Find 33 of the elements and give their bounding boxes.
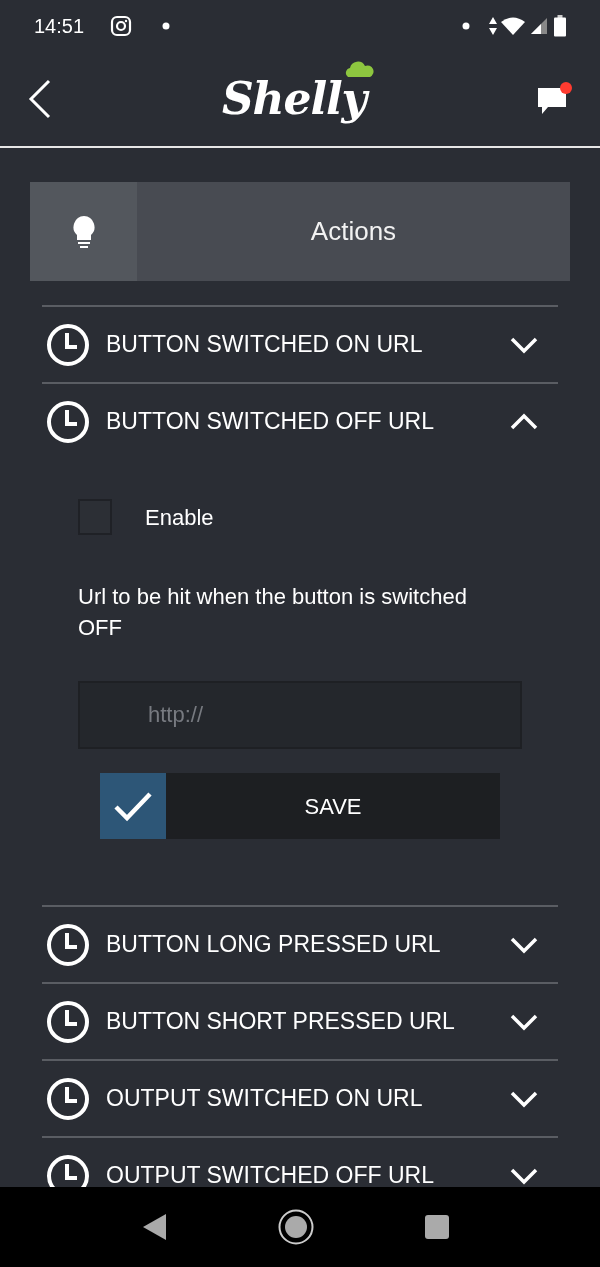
nav-home-icon[interactable] bbox=[278, 1209, 314, 1245]
cloud-icon bbox=[344, 60, 375, 78]
accordion-header[interactable]: BUTTON SHORT PRESSED URL bbox=[42, 984, 558, 1059]
clock-icon bbox=[46, 399, 90, 444]
nav-recents-icon[interactable] bbox=[424, 1214, 450, 1240]
nav-back-icon[interactable] bbox=[142, 1213, 168, 1241]
chat-icon[interactable] bbox=[536, 86, 568, 116]
accordion-header[interactable]: BUTTON SWITCHED OFF URL bbox=[42, 384, 558, 459]
checkbox-label: Enable bbox=[145, 503, 214, 532]
accordion-header[interactable]: OUTPUT SWITCHED ON URL bbox=[42, 1061, 558, 1136]
url-input-field[interactable]: http:// bbox=[78, 681, 522, 749]
clock-icon bbox=[46, 1076, 90, 1121]
wifi-icon bbox=[500, 16, 526, 36]
clock-icon bbox=[46, 322, 90, 367]
clock-icon bbox=[46, 922, 90, 967]
clock-icon bbox=[46, 999, 90, 1044]
clock-icon bbox=[46, 1153, 90, 1187]
accordion-header[interactable]: BUTTON LONG PRESSED URL bbox=[42, 907, 558, 982]
save-button[interactable]: SAVE bbox=[100, 773, 500, 839]
check-icon bbox=[113, 790, 153, 822]
header-title: Actions bbox=[310, 215, 397, 248]
description-text: Url to be hit when the button is switched OFF bbox=[78, 583, 468, 642]
accordion-header[interactable]: BUTTON SWITCHED ON URL bbox=[42, 307, 558, 382]
status-time: 14:51 bbox=[34, 14, 85, 39]
back-icon[interactable] bbox=[28, 79, 52, 119]
dot-icon bbox=[462, 22, 470, 30]
data-arrows-icon bbox=[488, 16, 498, 36]
battery-icon bbox=[554, 15, 566, 37]
signal-icon bbox=[530, 17, 548, 35]
camera-app-icon bbox=[110, 15, 133, 37]
accordion-header[interactable]: OUTPUT SWITCHED OFF URL bbox=[42, 1138, 558, 1187]
lightbulb-icon bbox=[71, 214, 96, 249]
dot-icon bbox=[162, 22, 171, 30]
